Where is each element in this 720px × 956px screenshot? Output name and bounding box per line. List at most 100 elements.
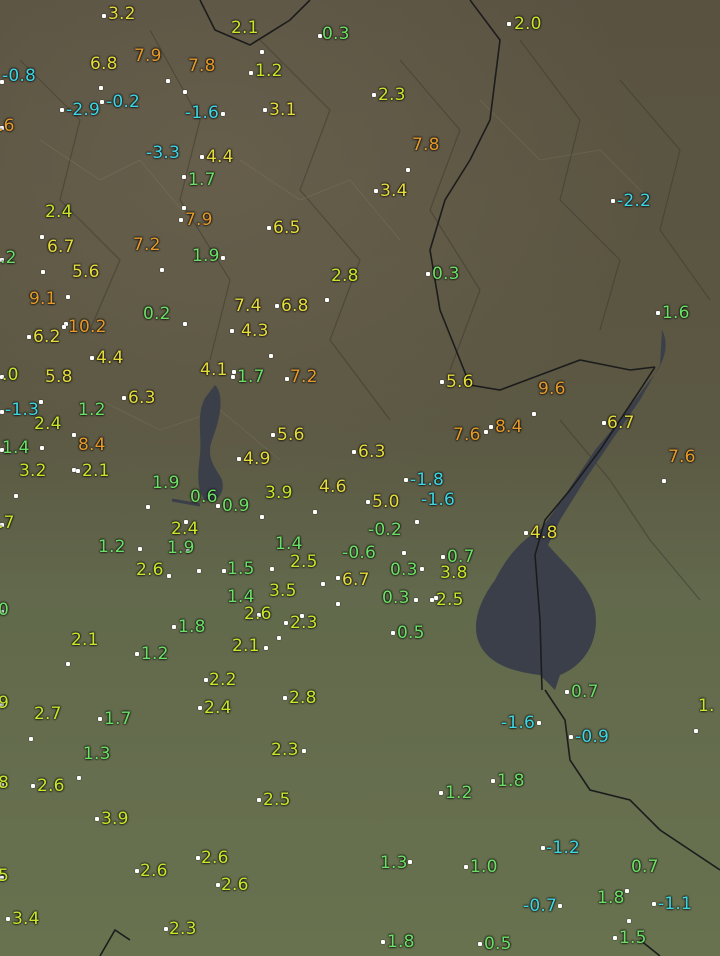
station-marker[interactable]: [66, 295, 70, 299]
station-marker[interactable]: [198, 706, 202, 710]
station-marker[interactable]: [426, 272, 430, 276]
station-marker[interactable]: [415, 520, 419, 524]
station-marker[interactable]: [221, 256, 225, 260]
station-marker[interactable]: [652, 902, 656, 906]
station-marker[interactable]: [99, 86, 103, 90]
station-marker[interactable]: [29, 737, 33, 741]
station-marker[interactable]: [372, 93, 376, 97]
station-marker[interactable]: [179, 218, 183, 222]
station-marker[interactable]: [182, 175, 186, 179]
station-marker[interactable]: [77, 776, 81, 780]
station-marker[interactable]: [164, 927, 168, 931]
station-marker[interactable]: [478, 942, 482, 946]
station-marker[interactable]: [196, 856, 200, 860]
station-marker[interactable]: [40, 235, 44, 239]
station-marker[interactable]: [183, 90, 187, 94]
station-marker[interactable]: [662, 479, 666, 483]
station-marker[interactable]: [441, 555, 445, 559]
station-marker[interactable]: [321, 582, 325, 586]
station-marker[interactable]: [352, 450, 356, 454]
station-marker[interactable]: [6, 917, 10, 921]
station-marker[interactable]: [484, 430, 488, 434]
station-marker[interactable]: [72, 433, 76, 437]
station-marker[interactable]: [41, 270, 45, 274]
station-marker[interactable]: [249, 71, 253, 75]
station-marker[interactable]: [100, 100, 104, 104]
station-marker[interactable]: [532, 412, 536, 416]
station-marker[interactable]: [391, 631, 395, 635]
station-marker[interactable]: [336, 602, 340, 606]
station-marker[interactable]: [284, 621, 288, 625]
station-marker[interactable]: [302, 749, 306, 753]
station-marker[interactable]: [146, 505, 150, 509]
station-marker[interactable]: [507, 22, 511, 26]
station-marker[interactable]: [221, 112, 225, 116]
station-marker[interactable]: [135, 869, 139, 873]
station-marker[interactable]: [166, 79, 170, 83]
station-marker[interactable]: [269, 354, 273, 358]
station-marker[interactable]: [62, 325, 66, 329]
station-marker[interactable]: [611, 199, 615, 203]
station-marker[interactable]: [602, 421, 606, 425]
station-marker[interactable]: [257, 798, 261, 802]
station-marker[interactable]: [172, 625, 176, 629]
station-marker[interactable]: [14, 494, 18, 498]
station-marker[interactable]: [183, 322, 187, 326]
station-marker[interactable]: [222, 569, 226, 573]
station-marker[interactable]: [277, 636, 281, 640]
station-marker[interactable]: [232, 370, 236, 374]
station-marker[interactable]: [76, 469, 80, 473]
station-marker[interactable]: [216, 504, 220, 508]
station-marker[interactable]: [558, 904, 562, 908]
station-marker[interactable]: [613, 936, 617, 940]
station-marker[interactable]: [439, 791, 443, 795]
station-marker[interactable]: [90, 356, 94, 360]
station-marker[interactable]: [122, 396, 126, 400]
station-marker[interactable]: [31, 784, 35, 788]
station-marker[interactable]: [491, 779, 495, 783]
station-marker[interactable]: [160, 268, 164, 272]
station-marker[interactable]: [40, 446, 44, 450]
station-marker[interactable]: [263, 108, 267, 112]
station-marker[interactable]: [569, 735, 573, 739]
station-marker[interactable]: [402, 551, 406, 555]
station-marker[interactable]: [264, 646, 268, 650]
station-marker[interactable]: [271, 433, 275, 437]
station-marker[interactable]: [537, 721, 541, 725]
station-marker[interactable]: [275, 304, 279, 308]
station-marker[interactable]: [336, 576, 340, 580]
station-marker[interactable]: [406, 168, 410, 172]
station-marker[interactable]: [325, 298, 329, 302]
station-marker[interactable]: [204, 678, 208, 682]
station-marker[interactable]: [285, 377, 289, 381]
station-marker[interactable]: [39, 400, 43, 404]
station-marker[interactable]: [27, 335, 31, 339]
station-marker[interactable]: [404, 478, 408, 482]
station-marker[interactable]: [98, 717, 102, 721]
station-marker[interactable]: [524, 531, 528, 535]
station-marker[interactable]: [260, 515, 264, 519]
station-marker[interactable]: [625, 889, 629, 893]
station-marker[interactable]: [565, 690, 569, 694]
station-marker[interactable]: [102, 14, 106, 18]
station-marker[interactable]: [694, 729, 698, 733]
station-marker[interactable]: [381, 940, 385, 944]
station-marker[interactable]: [313, 510, 317, 514]
station-marker[interactable]: [374, 189, 378, 193]
station-marker[interactable]: [283, 696, 287, 700]
station-marker[interactable]: [260, 50, 264, 54]
station-marker[interactable]: [489, 425, 493, 429]
station-marker[interactable]: [408, 860, 412, 864]
station-marker[interactable]: [138, 547, 142, 551]
station-marker[interactable]: [420, 567, 424, 571]
station-marker[interactable]: [656, 311, 660, 315]
station-marker[interactable]: [430, 598, 434, 602]
station-marker[interactable]: [231, 375, 235, 379]
station-marker[interactable]: [414, 598, 418, 602]
station-marker[interactable]: [237, 457, 241, 461]
station-marker[interactable]: [197, 569, 201, 573]
station-marker[interactable]: [366, 500, 370, 504]
station-marker[interactable]: [66, 662, 70, 666]
station-marker[interactable]: [167, 574, 171, 578]
station-marker[interactable]: [464, 865, 468, 869]
